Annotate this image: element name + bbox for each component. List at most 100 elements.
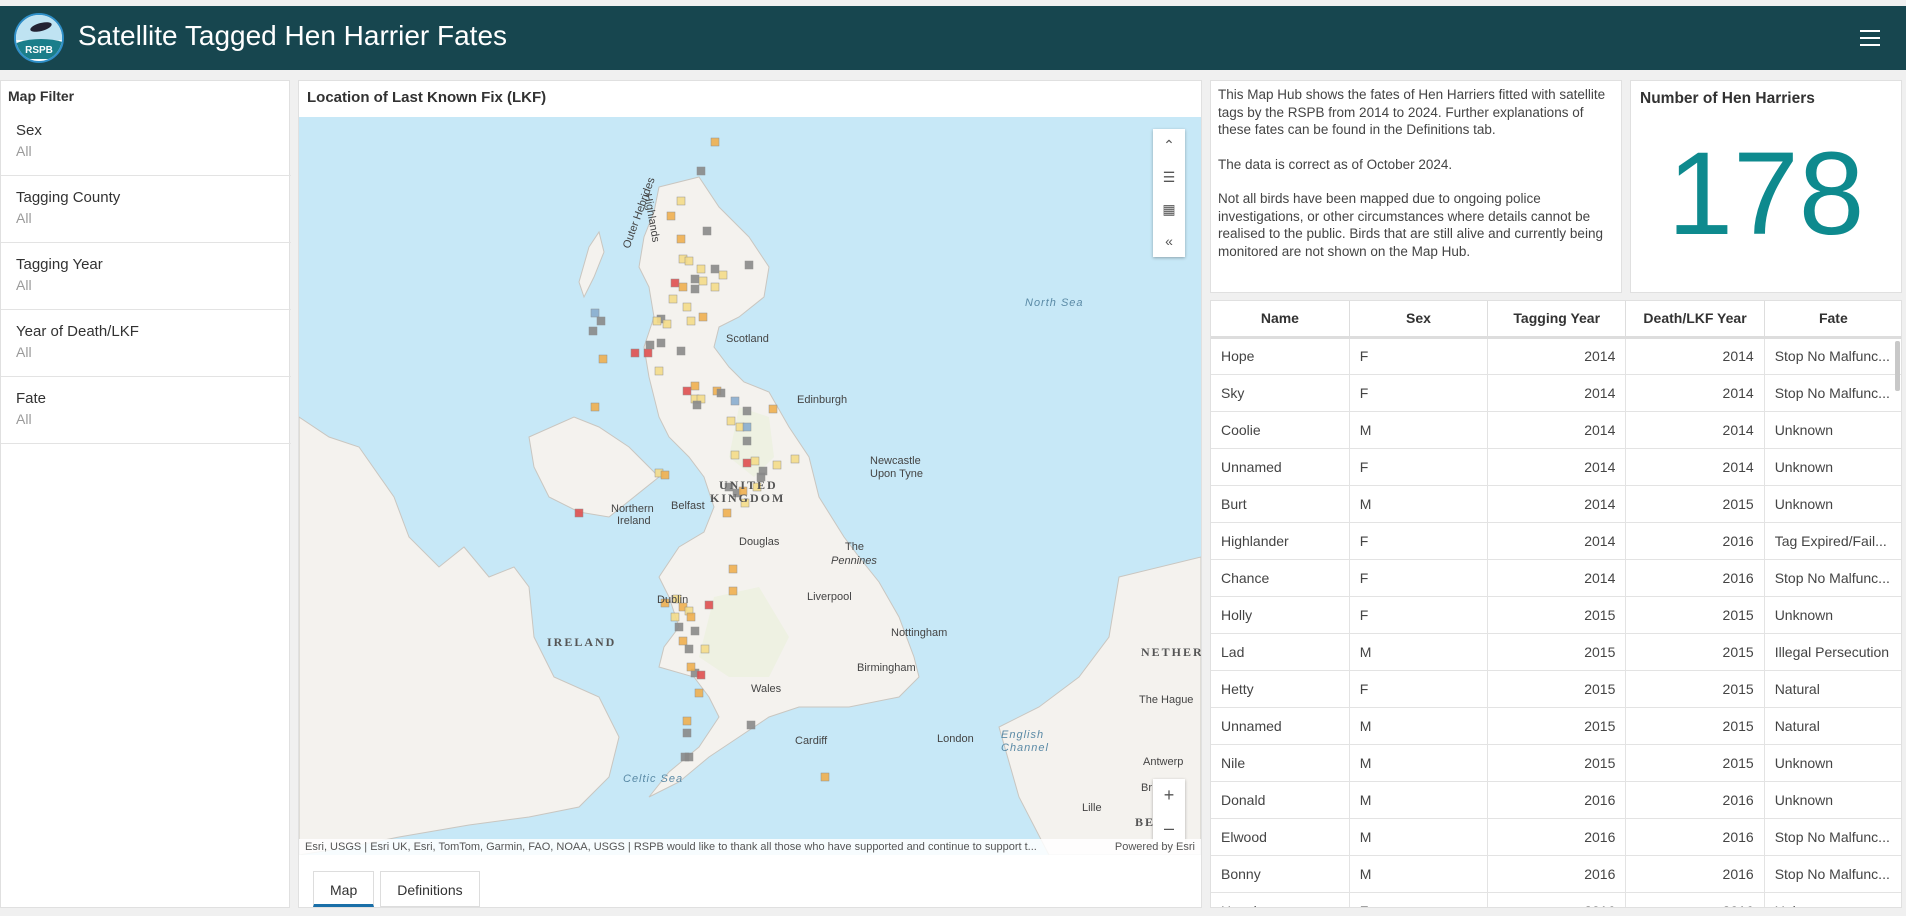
fate-marker[interactable] [596,316,606,326]
filter-sex[interactable]: Sex All [1,109,291,176]
fate-marker[interactable] [598,354,608,364]
fate-marker[interactable] [676,346,686,356]
table-row[interactable]: Unnamed M 2015 2015 Natural [1211,707,1901,745]
table-row[interactable]: Sky F 2014 2014 Stop No Malfunc... [1211,374,1901,412]
table-row[interactable]: Bonny M 2016 2016 Stop No Malfunc... [1211,855,1901,893]
fate-marker[interactable] [678,636,688,646]
fate-marker[interactable] [698,312,708,322]
tab-map[interactable]: Map [313,871,375,907]
fate-marker[interactable] [676,234,686,244]
column-header-fate[interactable]: Fate [1764,301,1901,339]
filter-year-of-death[interactable]: Year of Death/LKF All [1,310,291,377]
fate-marker[interactable] [574,508,584,518]
fate-marker[interactable] [690,626,700,636]
fate-marker[interactable] [730,396,740,406]
fate-marker[interactable] [768,404,778,414]
fate-marker[interactable] [676,196,686,206]
column-header-name[interactable]: Name [1211,301,1350,339]
table-row[interactable]: Donald M 2016 2016 Unknown [1211,781,1901,819]
fate-marker[interactable] [690,284,700,294]
fate-marker[interactable] [730,450,740,460]
table-row[interactable]: Holly F 2015 2015 Unknown [1211,596,1901,634]
fate-marker[interactable] [680,752,690,762]
fate-marker[interactable] [670,612,680,622]
fate-marker[interactable] [670,278,680,288]
fate-marker[interactable] [686,316,696,326]
fate-marker[interactable] [728,586,738,596]
fate-marker[interactable] [654,366,664,376]
fate-marker[interactable] [696,264,706,274]
table-row[interactable]: Chance F 2014 2016 Stop No Malfunc... [1211,559,1901,597]
fate-marker[interactable] [710,264,720,274]
fate-marker[interactable] [590,308,600,318]
fate-marker[interactable] [744,260,754,270]
fate-marker[interactable] [666,211,676,221]
fate-marker[interactable] [662,319,672,329]
fate-marker[interactable] [690,274,700,284]
filter-tagging-county[interactable]: Tagging County All [1,176,291,243]
chevrons-up-icon[interactable]: ⌃ [1153,129,1185,161]
fate-marker[interactable] [692,400,702,410]
filter-fate[interactable]: Fate All [1,377,291,444]
fate-marker[interactable] [645,340,655,350]
fate-marker[interactable] [684,644,694,654]
legend-list-icon[interactable]: ☰ [1153,161,1185,193]
table-row[interactable]: Nile M 2015 2015 Unknown [1211,744,1901,782]
fate-marker[interactable] [678,282,688,292]
table-scrollbar[interactable] [1895,341,1900,391]
fate-marker[interactable] [694,688,704,698]
fate-marker[interactable] [742,458,752,468]
fate-marker[interactable] [643,348,653,358]
table-row[interactable]: Hope F 2014 2014 Stop No Malfunc... [1211,337,1901,375]
table-row[interactable]: Coolie M 2014 2014 Unknown [1211,411,1901,449]
column-header-tagging-year[interactable]: Tagging Year [1487,301,1627,339]
fate-marker[interactable] [790,454,800,464]
fate-marker[interactable] [660,470,670,480]
qr-grid-icon[interactable]: ▦ [1153,193,1185,225]
fate-marker[interactable] [750,456,760,466]
fate-marker[interactable] [704,600,714,610]
fate-marker[interactable] [652,316,662,326]
table-row[interactable]: Highlander F 2014 2016 Tag Expired/Fail... [1211,522,1901,560]
fate-marker[interactable] [726,416,736,426]
fate-marker[interactable] [588,326,598,336]
fate-marker[interactable] [686,662,696,672]
fate-marker[interactable] [682,386,692,396]
fate-marker[interactable] [590,402,600,412]
fate-marker[interactable] [696,166,706,176]
hamburger-icon[interactable] [1860,30,1880,46]
fate-marker[interactable] [820,772,830,782]
fate-marker[interactable] [682,716,692,726]
fate-marker[interactable] [690,381,700,391]
fate-marker[interactable] [682,728,692,738]
fate-marker[interactable] [630,348,640,358]
table-row[interactable]: Burt M 2014 2015 Unknown [1211,485,1901,523]
tab-definitions[interactable]: Definitions [380,871,480,907]
fate-marker[interactable] [682,302,692,312]
column-header-death-year[interactable]: Death/LKF Year [1625,301,1765,339]
table-row[interactable]: HazelF20162016Unknown [1211,892,1901,907]
column-header-sex[interactable]: Sex [1349,301,1489,339]
powered-by[interactable]: Powered by Esri [1115,841,1195,853]
fate-marker[interactable] [696,670,706,680]
zoom-in-button[interactable]: + [1153,779,1185,812]
fate-marker[interactable] [656,338,666,348]
fate-marker[interactable] [742,406,752,416]
table-row[interactable]: Unnamed F 2014 2014 Unknown [1211,448,1901,486]
fate-marker[interactable] [702,226,712,236]
fate-marker[interactable] [728,564,738,574]
fate-marker[interactable] [698,276,708,286]
fate-marker[interactable] [686,612,696,622]
fate-marker[interactable] [722,508,732,518]
fate-marker[interactable] [710,137,720,147]
fate-marker[interactable] [718,270,728,280]
fate-marker[interactable] [772,460,782,470]
filter-tagging-year[interactable]: Tagging Year All [1,243,291,310]
fate-marker[interactable] [700,644,710,654]
map-view[interactable]: Outer Hebrides Highlands Scotland Edinbu… [299,117,1201,855]
table-row[interactable]: Elwood M 2016 2016 Stop No Malfunc... [1211,818,1901,856]
chevrons-left-icon[interactable]: « [1153,225,1185,257]
fate-marker[interactable] [674,622,684,632]
fate-marker[interactable] [716,388,726,398]
table-row[interactable]: Lad M 2015 2015 Illegal Persecution [1211,633,1901,671]
